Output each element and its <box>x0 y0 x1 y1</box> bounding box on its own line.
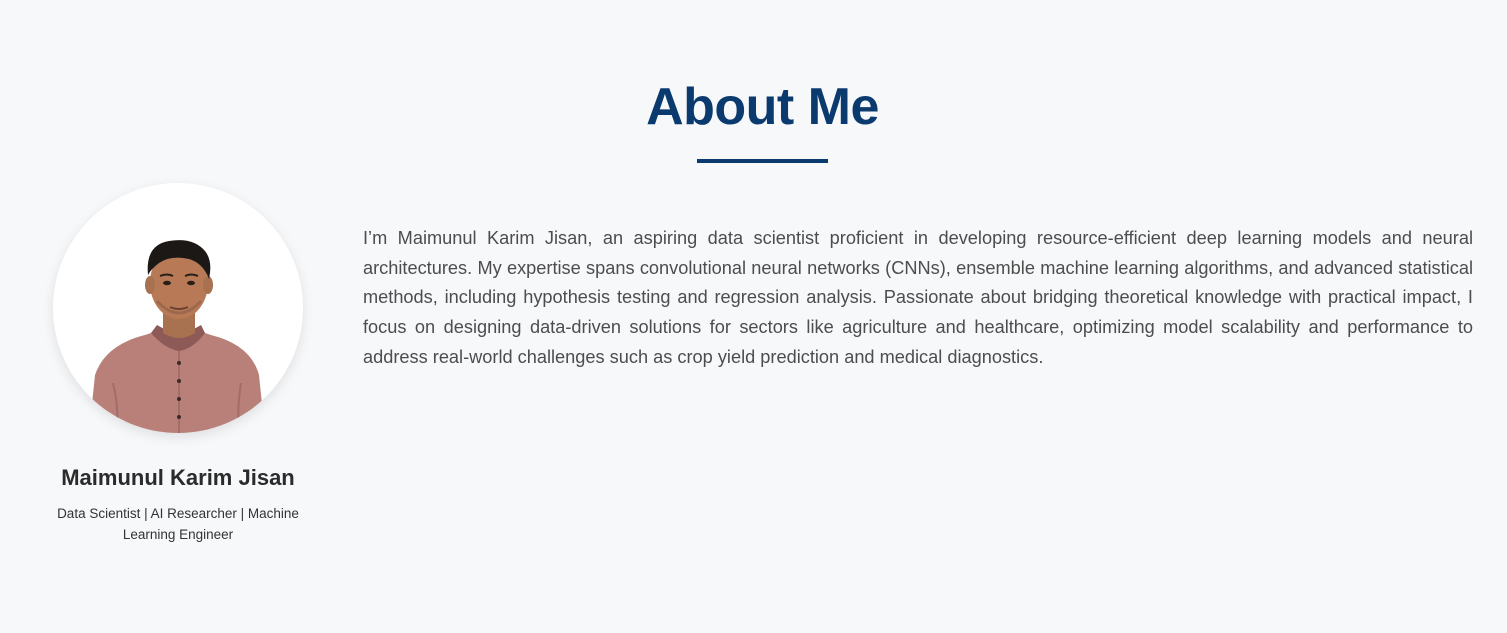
profile-role: Data Scientist | AI Researcher | Machine… <box>57 506 299 542</box>
section-title: About Me <box>646 78 879 136</box>
title-underline <box>697 159 828 163</box>
profile-photo <box>53 183 303 433</box>
profile-name: Maimunul Karim Jisan <box>61 465 295 490</box>
person-portrait-icon <box>89 240 265 433</box>
about-section: About Me Maimunul Karim Jisan Data Scien… <box>0 0 1507 633</box>
bio-text: I’m Maimunul Karim Jisan, an aspiring da… <box>363 228 1473 367</box>
